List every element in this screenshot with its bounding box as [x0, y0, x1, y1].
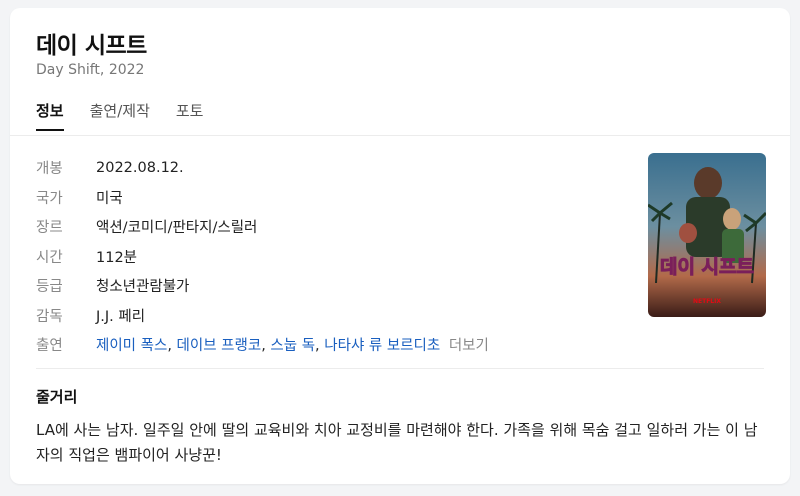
cast-label: 출연: [36, 338, 63, 355]
movie-subtitle: Day Shift, 2022: [36, 62, 145, 78]
director-label: 감독: [36, 308, 63, 325]
tab-divider: [10, 135, 790, 136]
info-row-country: 국가 미국: [36, 183, 489, 213]
release-label: 개봉: [36, 161, 63, 178]
tab-bar: 정보 출연/제작 포토: [36, 100, 229, 131]
tab-photos[interactable]: 포토: [176, 100, 204, 131]
cast-link[interactable]: 스눕 독: [270, 338, 315, 354]
netflix-logo: NETFLIX: [693, 298, 721, 305]
info-row-genre: 장르 액션/코미디/판타지/스릴러: [36, 212, 489, 242]
cast-link[interactable]: 나타샤 류 보르디초: [324, 338, 440, 354]
info-row-release: 개봉 2022.08.12.: [36, 153, 489, 183]
movie-poster[interactable]: 데이 시프트 NETFLIX: [648, 153, 766, 317]
rating-label: 등급: [36, 279, 63, 296]
info-row-director: 감독 J.J. 페리: [36, 301, 489, 331]
movie-title: 데이 시프트: [36, 33, 147, 59]
info-list: 개봉 2022.08.12. 국가 미국 장르 액션/코미디/판타지/스릴러 시…: [36, 153, 489, 360]
cast-link[interactable]: 데이브 프랭코: [177, 338, 262, 354]
movie-info-card: 데이 시프트 Day Shift, 2022 정보 출연/제작 포토 개봉 20…: [10, 8, 790, 484]
synopsis-heading: 줄거리: [36, 388, 78, 406]
tab-info[interactable]: 정보: [36, 100, 64, 131]
genre-label: 장르: [36, 220, 63, 237]
synopsis-text: LA에 사는 남자. 일주일 안에 딸의 교육비와 치아 교정비를 마련해야 한…: [36, 421, 758, 464]
info-row-cast: 출연 제이미 폭스, 데이브 프랭코, 스눕 독, 나타샤 류 보르디초 더보기: [36, 330, 489, 360]
genre-value: 액션/코미디/판타지/스릴러: [96, 220, 258, 237]
poster-title-text: 데이 시프트: [660, 256, 754, 278]
country-label: 국가: [36, 190, 63, 207]
cast-more-link[interactable]: 더보기: [449, 338, 489, 354]
country-value: 미국: [96, 190, 123, 207]
info-row-rating: 등급 청소년관람불가: [36, 271, 489, 301]
cast-separator: ,: [167, 338, 177, 355]
info-row-runtime: 시간 112분: [36, 242, 489, 272]
release-value: 2022.08.12.: [96, 159, 184, 176]
section-divider: [36, 368, 764, 369]
cast-separator: ,: [315, 338, 325, 355]
cast-link[interactable]: 제이미 폭스: [96, 338, 167, 354]
runtime-label: 시간: [36, 249, 63, 266]
runtime-value: 112분: [96, 249, 138, 266]
tab-cast-crew[interactable]: 출연/제작: [90, 100, 150, 131]
rating-value: 청소년관람불가: [96, 279, 190, 296]
director-link[interactable]: J.J. 페리: [96, 305, 145, 326]
